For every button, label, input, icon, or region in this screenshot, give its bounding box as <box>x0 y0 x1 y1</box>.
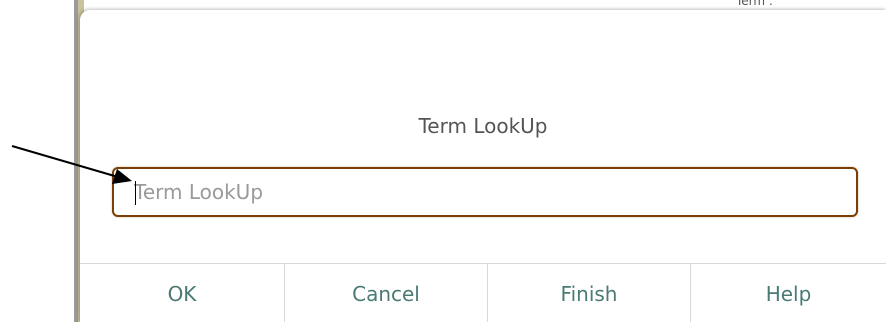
help-button[interactable]: Help <box>691 264 886 322</box>
background-term-label: Term : <box>736 0 773 8</box>
screen: Term : Term LookUp OK Cancel Finish Help <box>0 0 886 322</box>
term-lookup-input[interactable] <box>134 169 844 215</box>
ok-button[interactable]: OK <box>80 264 285 322</box>
finish-button[interactable]: Finish <box>488 264 691 322</box>
dialog-button-bar: OK Cancel Finish Help <box>80 263 886 322</box>
text-caret <box>135 181 136 205</box>
cancel-button[interactable]: Cancel <box>285 264 488 322</box>
dialog-title: Term LookUp <box>418 114 548 138</box>
term-lookup-dialog: Term LookUp OK Cancel Finish Help <box>80 10 886 322</box>
term-lookup-input-container[interactable] <box>112 167 858 217</box>
